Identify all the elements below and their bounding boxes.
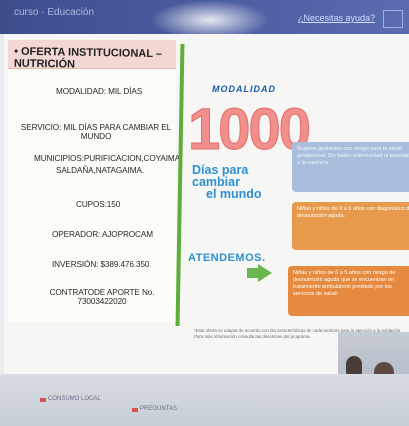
mil-number: 1000 xyxy=(187,97,311,163)
contrato-line: CONTRATODE APORTE No. 73003422020 xyxy=(49,288,155,306)
bottom-link-right[interactable]: PREGUNTAS xyxy=(140,406,177,412)
program-branding: MODALIDAD 1000 Días para cambiar el mund… xyxy=(184,82,311,282)
inversion-line: INVERSIÓN: $389.476.350 xyxy=(52,260,150,269)
presentation-slide: • OFERTA INSTITUCIONAL – NUTRICIÓN MODAL… xyxy=(4,34,409,374)
panel-title: • OFERTA INSTITUCIONAL – NUTRICIÓN xyxy=(13,45,163,71)
tagline-line-2: el mundo xyxy=(206,187,262,201)
window-button[interactable] xyxy=(383,10,403,28)
bottom-link-left[interactable]: CONSUMO LOCAL xyxy=(48,396,101,402)
beneficiary-box-1: Mujeres gestantes con riesgo para la sal… xyxy=(292,142,409,192)
tagline-line-1: Días para cambiar xyxy=(192,163,249,189)
beneficiary-box-2: Niñas y niños de 0 a 5 años con diagnóst… xyxy=(292,202,409,250)
help-link[interactable]: ¿Necesitas ayuda? xyxy=(298,13,375,23)
app-title: curso · Educación xyxy=(14,7,95,18)
record-icon xyxy=(40,398,46,402)
tagline: Días para cambiar el mundo xyxy=(192,163,294,201)
screen: curso · Educación ¿Necesitas ayuda? • OF… xyxy=(0,0,409,426)
operador-line: OPERADOR: AJOPROCAM xyxy=(52,230,153,239)
panel-header: • OFERTA INSTITUCIONAL – NUTRICIÓN xyxy=(8,40,176,71)
servicio-line: SERVICIO: MIL DÍAS PARA CAMBIAR EL MUNDO xyxy=(20,123,172,141)
arrow-right-icon xyxy=(258,264,272,282)
participant-1 xyxy=(346,356,362,376)
modalidad-line: MODALIDAD: MIL DÍAS xyxy=(56,87,143,96)
info-panel: • OFERTA INSTITUCIONAL – NUTRICIÓN MODAL… xyxy=(8,40,182,322)
app-topbar: curso · Educación ¿Necesitas ayuda? xyxy=(0,0,409,40)
atendemos-heading: ATENDEMOS. xyxy=(188,252,266,264)
cupos-line: CUPOS:150 xyxy=(76,200,121,209)
modalidad-heading: MODALIDAD xyxy=(212,84,276,94)
record-icon-2 xyxy=(132,408,138,412)
bottom-bar: CONSUMO LOCAL PREGUNTAS xyxy=(0,374,409,426)
municipios-line: MUNICIPIOS:PURIFICACION,COYAIMA, xyxy=(34,154,183,163)
beneficiary-box-3: Niñas y niños de 0 a 5 años con riesgo d… xyxy=(288,266,409,316)
municipios-line-2: SALDAÑA,NATAGAIMA. xyxy=(56,166,144,175)
